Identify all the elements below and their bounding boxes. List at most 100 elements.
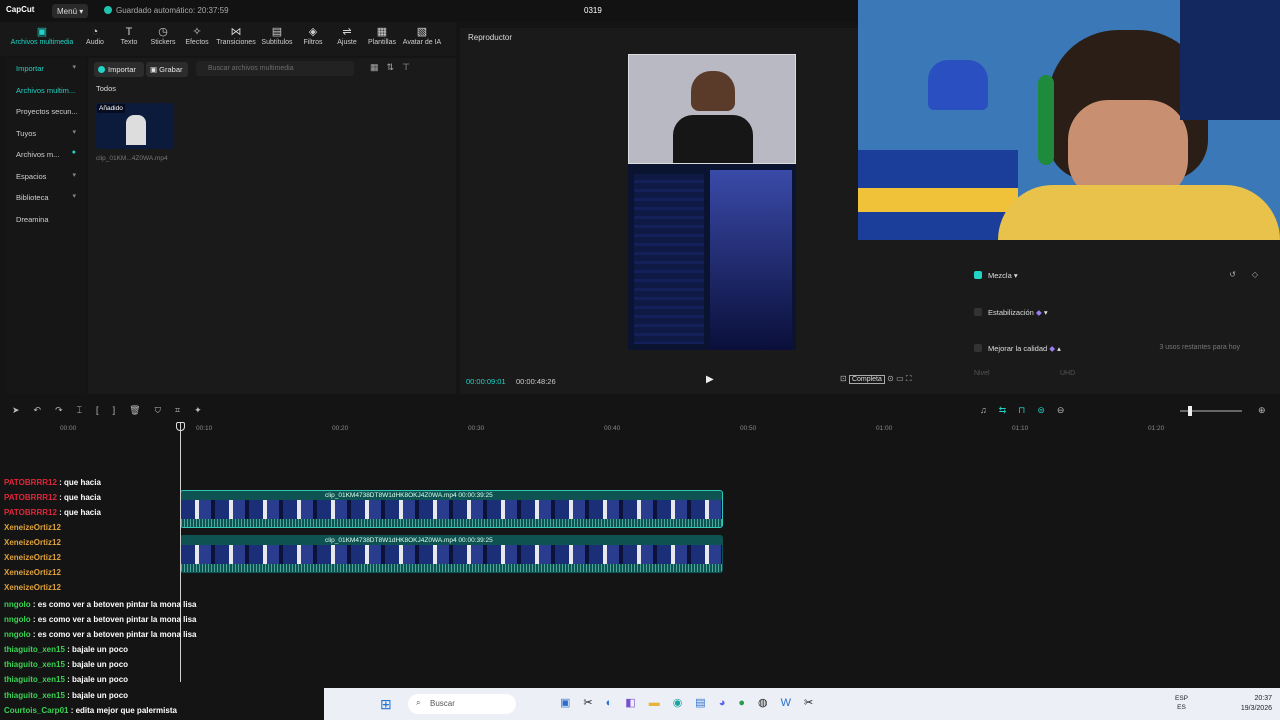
avatar-icon: ▧ [416,26,428,38]
webcam-feed [858,0,1280,240]
marker-icon[interactable]: ⛉ [155,405,175,415]
zoom-handle[interactable] [1188,406,1192,416]
filter-icon[interactable]: ⊤ [402,62,418,72]
ruler-tick: 00:00 [60,425,77,432]
tool-label: Texto [120,39,138,46]
zoom-in-icon[interactable]: ⊕ [1258,405,1266,416]
ai-icon[interactable]: ✦ [194,405,216,415]
sidebar-item-media[interactable]: Archivos multim... [6,80,86,102]
zoom-out-icon[interactable]: ⊖ [1057,405,1077,415]
zoom-slider[interactable] [1180,406,1242,416]
enhance-quality-option[interactable]: Mejorar la calidad ◆ ▴ [974,344,1061,353]
store-icon[interactable]: ▤ [695,697,718,709]
discord-icon[interactable]: ◕ [719,697,739,709]
import-button[interactable]: Importar [94,62,144,77]
sidebar-item-import[interactable]: Importar ▾ [6,58,86,80]
stabilization-option[interactable]: Estabilización ◆ ▾ [974,308,1048,317]
edge-icon[interactable]: ◉ [673,697,696,709]
sidebar-item-media-files[interactable]: Archivos m... ● [6,144,86,166]
chat-message: es como ver a betoven pintar la mona lis… [37,600,197,609]
undo-icon[interactable]: ↶ [34,405,56,415]
capcut-icon[interactable]: ✂ [583,697,605,709]
taskbar-clock[interactable]: 20:37 19/3/2026 [1241,694,1272,714]
chat-message: bajale un poco [72,660,129,669]
media-search-input[interactable]: Buscar archivos multimedia [196,61,354,76]
capcut-running-icon[interactable]: ✂ [804,697,826,709]
tool-media[interactable]: ▣ Archivos multimedia [6,22,78,56]
windows-start-icon[interactable]: ⊞ [380,696,392,713]
chat-message: que hacia [64,478,101,487]
chat-line: thiaguito_xen15 : bajale un poco [4,675,128,684]
mic-icon[interactable]: ♫ [980,405,999,415]
checkbox-icon [974,344,982,352]
tool-effects[interactable]: ✧ Efectos [180,22,214,56]
sidebar-item-projects[interactable]: Proyectos secun... [6,101,86,123]
folder-icon[interactable]: ▬ [649,697,673,709]
reset-icon[interactable]: ↺ [1229,270,1236,279]
trim-left-icon[interactable]: [ [96,405,113,415]
sidebar-item-spaces[interactable]: Espacios ▾ [6,166,86,188]
fullscreen-icon[interactable]: ⛶ [906,374,912,383]
webcam-overlay-preview[interactable] [628,54,796,164]
delete-icon[interactable]: 🗑 [129,405,154,415]
current-timecode: 00:00:09:01 [466,377,506,386]
taskbar-search[interactable]: ⌕ Buscar [408,694,516,714]
obs-icon[interactable]: ◍ [758,697,781,709]
tool-transitions[interactable]: ⋈ Transiciones [214,22,258,56]
zoom-icon[interactable]: ▭ [896,374,904,383]
filter-all[interactable]: Todos [96,84,116,93]
complete-button[interactable]: Completa [848,375,885,384]
keyframe-icon[interactable]: ◇ [1252,270,1258,279]
sort-icon[interactable]: ⇅ [387,62,403,72]
play-button[interactable]: ▶ [706,374,714,385]
grid-view-icon[interactable]: ▦ [370,62,387,72]
crop-icon[interactable]: ⌗ [175,405,194,415]
tool-ai-avatar[interactable]: ▧ Avatar de IA [400,22,444,56]
tool-label: Efectos [185,39,209,46]
mix-option[interactable]: Mezcla ▾ [974,271,1018,280]
ratio-icon[interactable]: ⊡ [840,374,847,383]
tool-templates[interactable]: ▦ Plantillas [364,22,400,56]
language-indicator[interactable]: ESP ES [1175,694,1188,712]
chat-line: Courtois_Carp01 : edita mejor que palerm… [4,706,177,715]
tool-adjust[interactable]: ⇌ Ajuste [330,22,364,56]
tool-text[interactable]: T Texto [112,22,146,56]
tool-subtitles[interactable]: ▤ Subtítulos [258,22,296,56]
ruler-tick: 01:00 [876,425,893,432]
copilot-icon[interactable]: ◐ [606,697,626,709]
chat-username: nngolo [4,600,31,609]
autosave-text: Guardado automático: 20:37:59 [116,6,229,15]
media-thumbnail[interactable]: Añadido [96,103,174,149]
snapshot-icon[interactable]: ⊙ [887,374,894,383]
preview-icon[interactable]: ⊜ [1037,405,1057,415]
file-explorer-icon[interactable]: ▣ [560,697,583,709]
magnet-icon[interactable]: ⊓ [1018,405,1037,415]
sidebar-item-label: Espacios [16,171,47,181]
menu-label: Menú [57,7,78,16]
playhead-handle[interactable] [176,422,185,431]
tool-filters[interactable]: ◈ Filtros [296,22,330,56]
redo-icon[interactable]: ↷ [55,405,77,415]
chat-separator: : [56,493,65,502]
tool-audio[interactable]: ◔ Audio [78,22,112,56]
uhd-select[interactable]: UHD [1060,370,1075,377]
visual-studio-icon[interactable]: ◧ [625,697,648,709]
word-icon[interactable]: W [781,697,804,709]
chat-message: que hacia [64,493,101,502]
level-label: Nivel [974,370,990,377]
chrome-icon[interactable]: ● [738,697,758,709]
sidebar-item-library[interactable]: Biblioteca ▾ [6,187,86,209]
trim-right-icon[interactable]: ] [113,405,130,415]
select-icon[interactable]: ➤ [12,405,34,415]
link-icon[interactable]: ⇆ [999,405,1019,415]
import-icon [98,66,105,73]
sidebar-item-dreamina[interactable]: Dreamina [6,209,86,231]
chat-line: thiaguito_xen15 : bajale un poco [4,645,128,654]
split-icon[interactable]: ⌶ [77,405,96,415]
record-button[interactable]: ▣ Grabar [146,62,188,77]
menu-button[interactable]: Menú ▾ [52,4,88,18]
checkbox-icon [974,308,982,316]
chevron-down-icon: ▾ [72,128,76,136]
tool-stickers[interactable]: ◷ Stickers [146,22,180,56]
sidebar-item-yours[interactable]: Tuyos ▾ [6,123,86,145]
